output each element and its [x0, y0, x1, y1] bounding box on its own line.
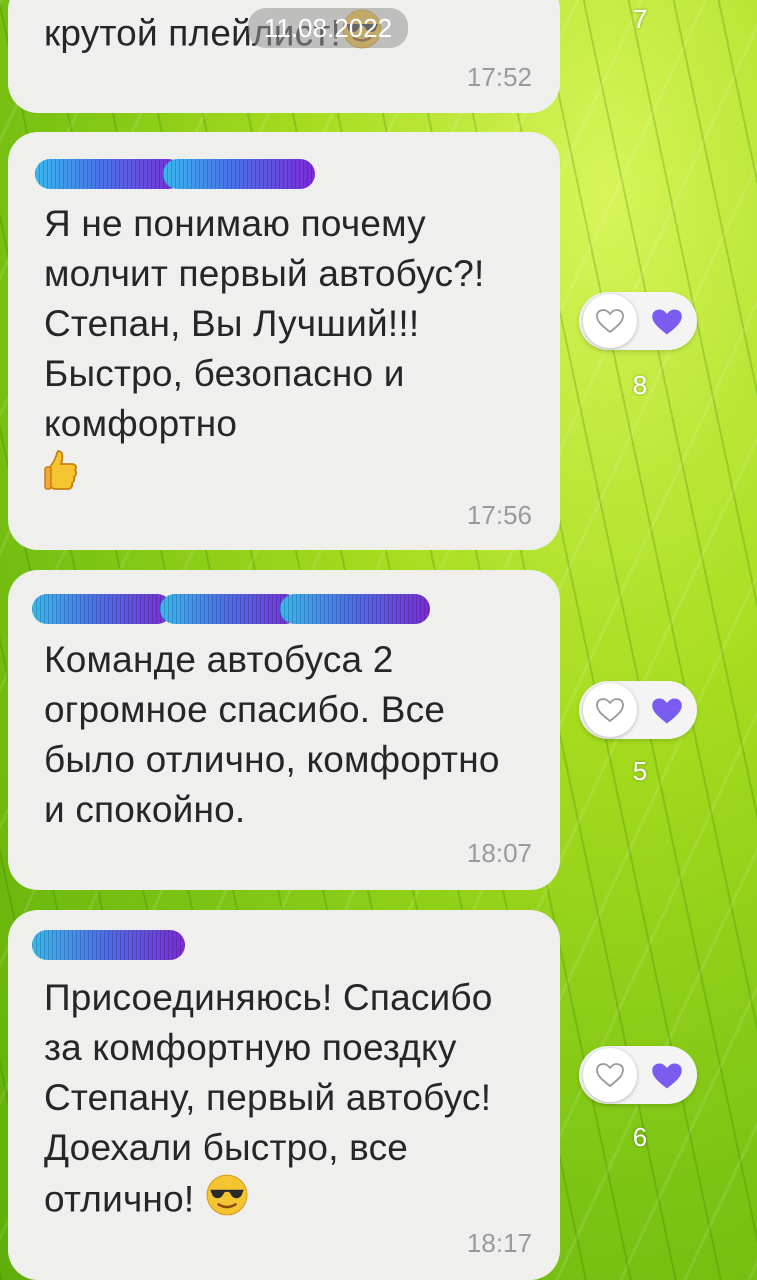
date-badge: 11.08.2022	[248, 8, 408, 48]
thumbs-up-emoji-icon	[44, 449, 78, 504]
heart-filled-icon[interactable]	[645, 300, 689, 344]
reaction-count[interactable]: 8	[628, 370, 652, 401]
redacted-sender-name	[163, 159, 315, 189]
message-time: 18:07	[466, 838, 532, 868]
message-time: 17:52	[466, 62, 532, 92]
sunglasses-emoji-icon	[205, 1173, 249, 1230]
message-bubble-3[interactable]: Команде автобуса 2 огромное спасибо. Все…	[8, 570, 560, 890]
message-text: Присоединяюсь! Спасибо за комфортную пое…	[44, 973, 534, 1230]
message-time: 17:56	[466, 500, 532, 530]
reaction-count[interactable]: 7	[628, 4, 652, 35]
heart-filled-icon[interactable]	[645, 1054, 689, 1098]
reaction-bar[interactable]	[579, 292, 697, 350]
redacted-sender-name	[280, 594, 430, 624]
redacted-sender-name	[32, 930, 185, 960]
message-bubble-2[interactable]: Я не понимаю почему молчит первый автобу…	[8, 132, 560, 550]
heart-filled-icon[interactable]	[645, 689, 689, 733]
reaction-count[interactable]: 5	[628, 756, 652, 787]
reaction-bar[interactable]	[579, 1046, 697, 1104]
message-text: Команде автобуса 2 огромное спасибо. Все…	[44, 639, 500, 830]
reaction-bar[interactable]	[579, 681, 697, 739]
redacted-sender-name	[32, 594, 172, 624]
message-bubble-4[interactable]: Присоединяюсь! Спасибо за комфортную пое…	[8, 910, 560, 1280]
message-time: 18:17	[466, 1228, 532, 1258]
heart-outline-icon[interactable]	[583, 683, 637, 737]
heart-outline-icon[interactable]	[583, 1048, 637, 1102]
reaction-count[interactable]: 6	[628, 1122, 652, 1153]
redacted-sender-name	[35, 159, 183, 189]
heart-outline-icon[interactable]	[583, 294, 637, 348]
redacted-sender-name	[160, 594, 300, 624]
message-text: Я не понимаю почему молчит первый автобу…	[44, 199, 524, 504]
